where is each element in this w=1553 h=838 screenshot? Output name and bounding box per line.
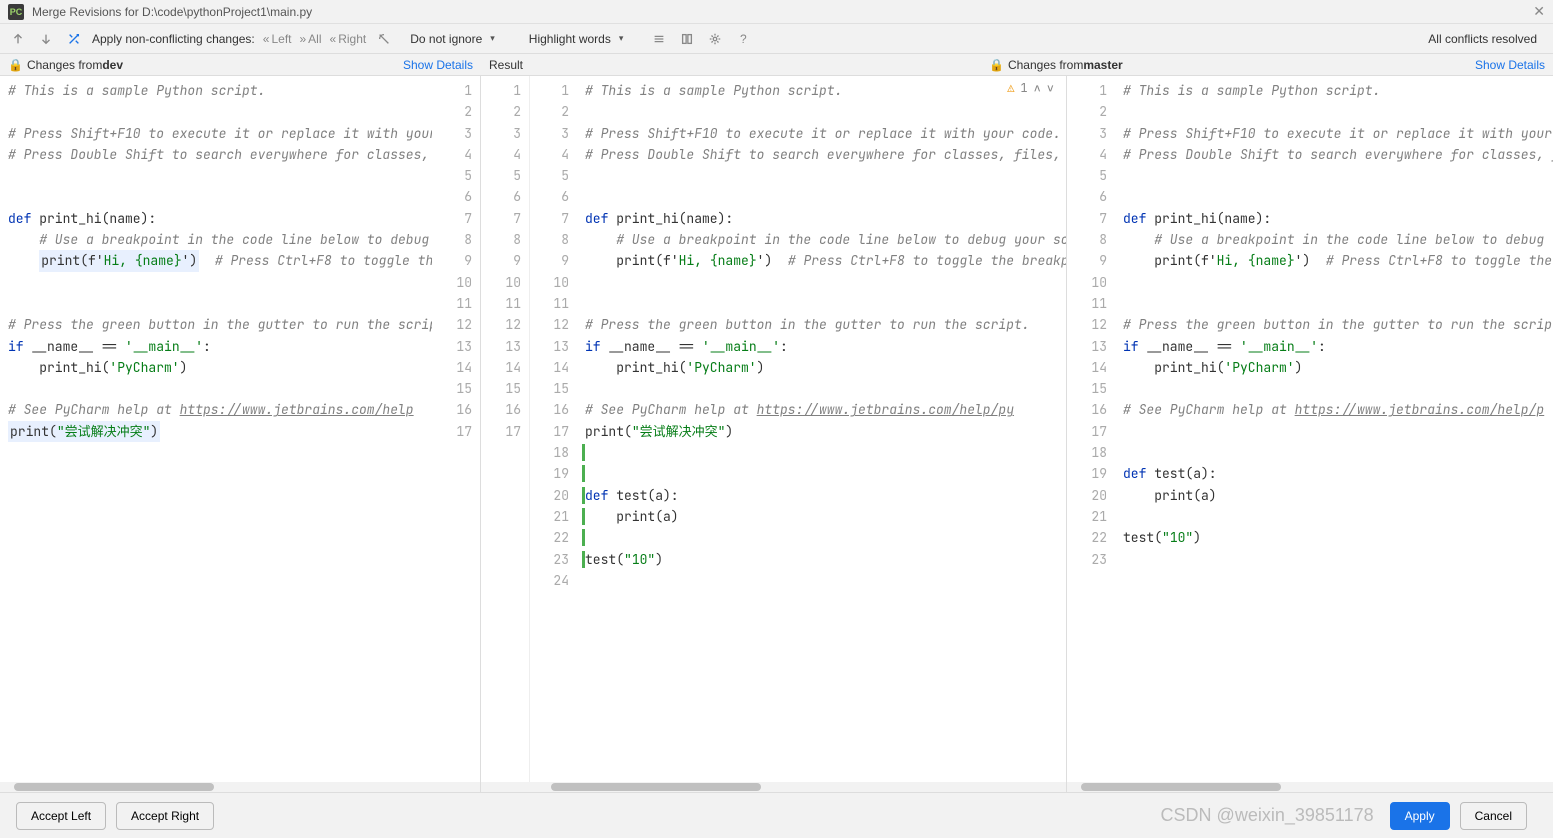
lock-icon: 🔒	[8, 58, 23, 72]
inspection-bar[interactable]: ⚠ 1 ∧ ∨	[1007, 80, 1054, 96]
magic-resolve-icon[interactable]	[64, 29, 84, 49]
accept-right-button[interactable]: Accept Right	[116, 802, 214, 830]
diff-panes: # This is a sample Python script. # Pres…	[0, 76, 1553, 792]
right-gutter: 1 2 3 4 5 6 7 8 9 10 11 12 13 14 15 16 1…	[1067, 76, 1115, 782]
left-code[interactable]: # This is a sample Python script. # Pres…	[0, 76, 432, 782]
left-header-prefix: Changes from	[27, 58, 102, 72]
left-show-details[interactable]: Show Details	[403, 58, 473, 72]
app-icon: PC	[8, 4, 24, 20]
left-code-area[interactable]: # This is a sample Python script. # Pres…	[0, 76, 480, 782]
prev-diff-icon[interactable]	[8, 29, 28, 49]
apply-right-link[interactable]: « Right	[330, 32, 367, 46]
prev-warning-icon[interactable]: ∧	[1034, 80, 1041, 96]
window-title: Merge Revisions for D:\code\pythonProjec…	[32, 5, 1533, 19]
next-warning-icon[interactable]: ∨	[1047, 80, 1054, 96]
collapse-icon[interactable]	[649, 29, 669, 49]
apply-left-link[interactable]: « Left	[263, 32, 292, 46]
toolbar: Apply non-conflicting changes: « Left » …	[0, 24, 1553, 54]
left-header: 🔒 Changes from dev Show Details	[0, 54, 481, 75]
highlight-dropdown[interactable]: Highlight words	[521, 28, 642, 50]
apply-button[interactable]: Apply	[1390, 802, 1450, 830]
conflicts-status: All conflicts resolved	[1428, 32, 1537, 46]
settings-icon[interactable]	[705, 29, 725, 49]
lock-icon: 🔒	[989, 58, 1004, 72]
right-header: 🔒 Changes from master Show Details	[981, 54, 1553, 75]
left-pane: # This is a sample Python script. # Pres…	[0, 76, 481, 792]
result-pane: ⚠ 1 ∧ ∨ 1 2 3 4 5 6 7 8 9 10 11 12 13 14…	[481, 76, 1067, 792]
right-show-details[interactable]: Show Details	[1475, 58, 1545, 72]
apply-all-text: All	[308, 32, 321, 46]
warning-icon: ⚠	[1007, 80, 1014, 96]
scrollbar-thumb[interactable]	[551, 783, 761, 791]
right-hscroll[interactable]	[1067, 782, 1553, 792]
revert-icon[interactable]	[374, 29, 394, 49]
close-icon[interactable]: ✕	[1533, 3, 1545, 20]
scrollbar-thumb[interactable]	[14, 783, 214, 791]
watermark: CSDN @weixin_39851178	[1161, 805, 1374, 826]
result-gutter-right: 1 2 3 4 5 6 7 8 9 10 11 12 13 14 15 16 1…	[529, 76, 577, 782]
apply-left-text: Left	[271, 32, 291, 46]
scrollbar-thumb[interactable]	[1081, 783, 1281, 791]
warning-count: 1	[1020, 80, 1027, 96]
sync-scroll-icon[interactable]	[677, 29, 697, 49]
highlight-dropdown-label: Highlight words	[529, 32, 611, 46]
accept-left-button[interactable]: Accept Left	[16, 802, 106, 830]
apply-right-text: Right	[338, 32, 366, 46]
result-hscroll[interactable]	[481, 782, 1066, 792]
result-gutter-left: 1 2 3 4 5 6 7 8 9 10 11 12 13 14 15 16 1…	[481, 76, 529, 782]
right-branch: master	[1083, 58, 1122, 72]
right-code-area[interactable]: 1 2 3 4 5 6 7 8 9 10 11 12 13 14 15 16 1…	[1067, 76, 1553, 782]
cancel-button[interactable]: Cancel	[1460, 802, 1527, 830]
ignore-dropdown[interactable]: Do not ignore	[402, 28, 513, 50]
result-code[interactable]: # This is a sample Python script. # Pres…	[577, 76, 1066, 782]
result-label: Result	[489, 58, 523, 72]
right-pane: 1 2 3 4 5 6 7 8 9 10 11 12 13 14 15 16 1…	[1067, 76, 1553, 792]
ignore-dropdown-label: Do not ignore	[410, 32, 482, 46]
left-gutter: 1 2 3 4 5 6 7 8 9 10 11 12 13 14 15 16 1…	[432, 76, 480, 782]
pane-headers: 🔒 Changes from dev Show Details Result 🔒…	[0, 54, 1553, 76]
left-hscroll[interactable]	[0, 782, 480, 792]
apply-nonconflict-label: Apply non-conflicting changes:	[92, 32, 255, 46]
next-diff-icon[interactable]	[36, 29, 56, 49]
result-header: Result	[481, 54, 981, 75]
footer: Accept Left Accept Right CSDN @weixin_39…	[0, 792, 1553, 838]
right-header-prefix: Changes from	[1008, 58, 1083, 72]
left-branch: dev	[102, 58, 123, 72]
right-code[interactable]: # This is a sample Python script. # Pres…	[1115, 76, 1553, 782]
apply-all-link[interactable]: » All	[299, 32, 321, 46]
result-code-area[interactable]: ⚠ 1 ∧ ∨ 1 2 3 4 5 6 7 8 9 10 11 12 13 14…	[481, 76, 1066, 782]
help-icon[interactable]: ?	[733, 29, 753, 49]
titlebar: PC Merge Revisions for D:\code\pythonPro…	[0, 0, 1553, 24]
